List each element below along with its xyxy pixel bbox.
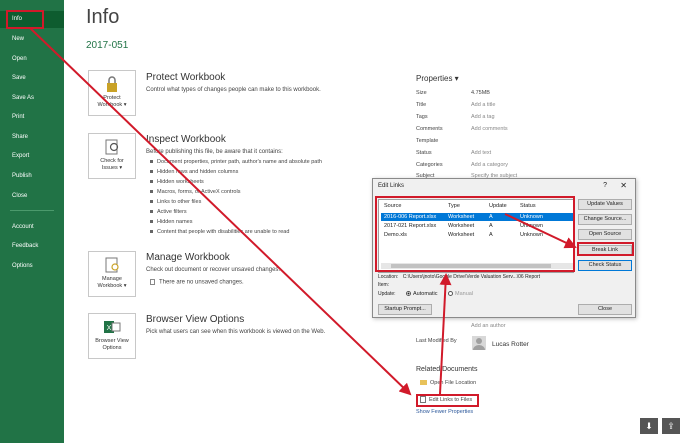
person-icon (473, 338, 485, 350)
lock-icon (107, 76, 117, 92)
close-button[interactable]: Close (578, 304, 632, 315)
radio-selected-icon (406, 291, 411, 297)
prop-label: Template (416, 138, 439, 144)
inspect-bullet: Macros, forms, or ActiveX controls (150, 189, 240, 195)
prop-value[interactable]: Add a category (471, 162, 508, 168)
manage-workbook-button[interactable]: Manage Workbook ▾ (88, 251, 136, 297)
nav-export[interactable]: Export (0, 148, 64, 165)
location-value: C:\Users\jnoto\Google Drive\Verde Valuat… (402, 274, 541, 280)
change-source-button[interactable]: Change Source... (578, 214, 632, 225)
prop-value[interactable]: Add text (471, 150, 491, 156)
inspect-document-icon (105, 139, 119, 155)
unsaved-changes-note: There are no unsaved changes. (150, 279, 244, 286)
browser-view-title: Browser View Options (146, 314, 245, 325)
svg-text:X: X (107, 325, 112, 332)
manage-document-icon (105, 257, 119, 273)
nav-new[interactable]: New (0, 31, 64, 48)
inspect-bullet: Hidden names (150, 219, 192, 225)
radio-empty-icon (448, 291, 453, 297)
protect-workbook-desc: Control what types of changes people can… (146, 87, 321, 93)
nav-feedback[interactable]: Feedback (0, 238, 64, 255)
share-icon[interactable]: ⇪ (662, 418, 680, 434)
prop-value: 4.75MB (471, 90, 490, 96)
protect-workbook-title: Protect Workbook (146, 72, 226, 83)
highlight-links-table (375, 196, 575, 272)
nav-separator (10, 210, 54, 211)
page-title: Info (86, 6, 120, 28)
nav-options[interactable]: Options (0, 258, 64, 275)
nav-account[interactable]: Account (0, 219, 64, 236)
inspect-bullet: Content that people with disabilities ar… (150, 229, 289, 235)
inspect-bullet: Document properties, printer path, autho… (150, 159, 322, 165)
highlight-info (6, 10, 44, 29)
automatic-radio[interactable]: Automatic (406, 291, 437, 297)
properties-dropdown[interactable]: Properties ▾ (416, 74, 459, 83)
prop-value[interactable]: Add comments (471, 126, 508, 132)
nav-close[interactable]: Close (0, 188, 64, 205)
browser-view-desc: Pick what users can see when this workbo… (146, 329, 326, 335)
show-fewer-properties-link[interactable]: Show Fewer Properties (416, 409, 473, 415)
prop-label: Tags (416, 114, 428, 120)
inspect-bullet: Active filters (150, 209, 187, 215)
nav-save[interactable]: Save (0, 70, 64, 87)
prop-label: Status (416, 150, 432, 156)
protect-workbook-button[interactable]: Protect Workbook ▾ (88, 70, 136, 116)
inspect-bullet: Links to other files (150, 199, 201, 205)
prop-value[interactable]: Add a title (471, 102, 495, 108)
excel-browser-icon: X (104, 321, 121, 333)
check-status-button[interactable]: Check Status (578, 260, 632, 271)
inspect-bullet: Hidden rows and hidden columns (150, 169, 238, 175)
update-values-button[interactable]: Update Values (578, 199, 632, 210)
nav-share[interactable]: Share (0, 129, 64, 146)
check-for-issues-button[interactable]: Check for Issues ▾ (88, 133, 136, 179)
inspect-bullet: Hidden worksheets (150, 179, 204, 185)
backstage-sidebar: Info New Open Save Save As Print Share E… (0, 0, 64, 443)
nav-save-as[interactable]: Save As (0, 90, 64, 107)
nav-print[interactable]: Print (0, 109, 64, 126)
location-row: Location: C:\Users\jnoto\Google Drive\Ve… (378, 274, 541, 280)
highlight-break-link (577, 242, 634, 256)
prop-label: Size (416, 90, 427, 96)
close-icon[interactable]: ✕ (620, 181, 627, 190)
update-label: Update: (378, 291, 396, 297)
prop-label: Title (416, 102, 427, 108)
manage-workbook-title: Manage Workbook (146, 252, 230, 263)
download-icon[interactable]: ⬇ (640, 418, 658, 434)
browser-view-options-button[interactable]: X Browser View Options (88, 313, 136, 359)
related-documents-heading: Related Documents (416, 366, 478, 373)
dialog-title: Edit Links (378, 183, 405, 189)
file-name: 2017-051 (86, 40, 129, 51)
startup-prompt-button[interactable]: Startup Prompt... (378, 304, 432, 315)
open-file-location-link[interactable]: Open File Location (420, 380, 476, 386)
last-modified-author: Lucas Rotter (492, 341, 529, 348)
inspect-workbook-title: Inspect Workbook (146, 134, 226, 145)
nav-open[interactable]: Open (0, 51, 64, 68)
prop-value[interactable]: Add a tag (471, 114, 495, 120)
avatar (472, 336, 486, 350)
open-source-button[interactable]: Open Source (578, 229, 632, 240)
prop-label: Comments (416, 126, 443, 132)
inspect-workbook-desc: Before publishing this file, be aware th… (146, 149, 283, 155)
help-icon[interactable]: ? (603, 182, 607, 189)
item-label: Item: (378, 282, 390, 288)
manual-radio[interactable]: Manual (448, 291, 473, 297)
last-modified-label: Last Modified By (416, 338, 457, 344)
manage-workbook-desc: Check out document or recover unsaved ch… (146, 267, 281, 273)
prop-label: Categories (416, 162, 443, 168)
highlight-edit-links (416, 394, 479, 407)
add-author-field[interactable]: Add an author (471, 323, 506, 329)
nav-publish[interactable]: Publish (0, 168, 64, 185)
folder-icon (420, 380, 427, 386)
document-icon (150, 279, 155, 285)
